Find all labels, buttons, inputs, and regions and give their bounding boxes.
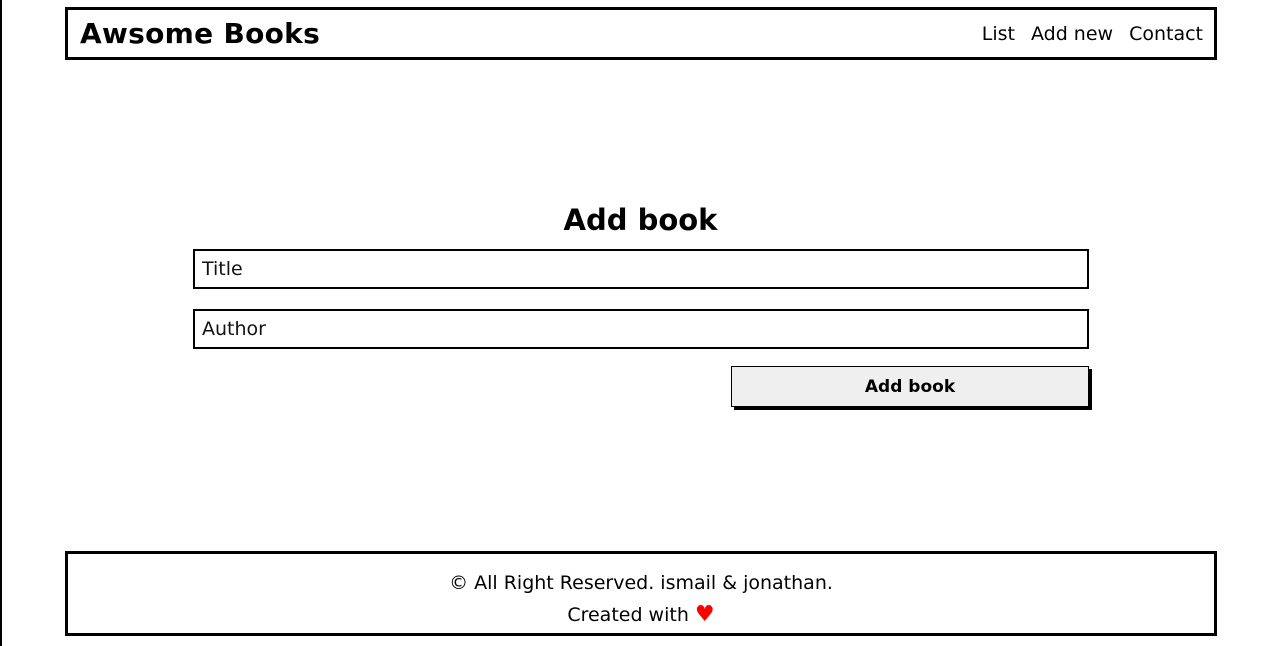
page-left-border — [0, 0, 2, 646]
title-input[interactable] — [193, 249, 1089, 289]
nav-link-contact[interactable]: Contact — [1129, 23, 1203, 45]
main-nav: List Add new Contact — [982, 23, 1203, 45]
nav-link-list[interactable]: List — [982, 23, 1015, 45]
footer-created-with-text: Created with — [567, 604, 689, 626]
site-footer: © All Right Reserved. ismail & jonathan.… — [65, 551, 1217, 636]
nav-link-add-new[interactable]: Add new — [1031, 23, 1113, 45]
site-header: Awsome Books List Add new Contact — [65, 7, 1217, 60]
add-book-button[interactable]: Add book — [731, 366, 1089, 407]
footer-created-with: Created with ♥ — [68, 599, 1214, 631]
heart-icon: ♥ — [694, 602, 715, 627]
author-input[interactable] — [193, 309, 1089, 349]
site-brand: Awsome Books — [80, 17, 321, 50]
footer-copyright: © All Right Reserved. ismail & jonathan. — [449, 572, 833, 594]
add-book-heading: Add book — [563, 203, 718, 237]
